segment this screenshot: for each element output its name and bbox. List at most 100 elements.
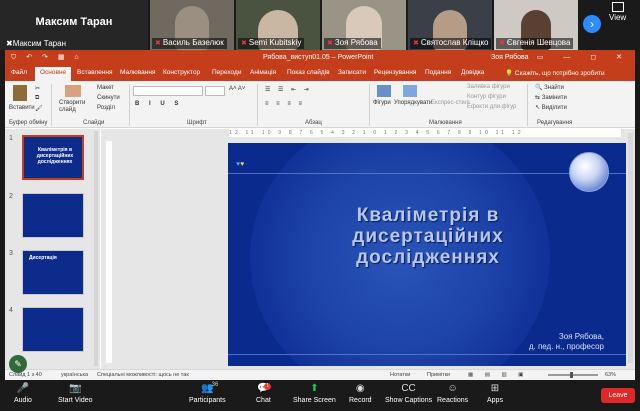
shape-fill-button[interactable]: Заливка фігури [467,84,510,90]
slide-thumbnail-pane: 1 Кваліметрія в дисертаційних дослідженн… [5,129,100,369]
audio-button[interactable]: 🎤 Audio [14,383,32,404]
leave-button[interactable]: Leave [601,388,635,403]
gallery-next-button[interactable]: › [583,15,601,33]
format-painter-icon[interactable]: 🖌 [35,105,43,112]
tab-file[interactable]: Файл [11,69,27,76]
zoom-meeting-window: Максим Таран ✖Максим Таран ✖ Василь Базел… [0,0,640,411]
slide-thumbnail[interactable]: Кваліметрія в дисертаційних дослідженнях [22,135,84,180]
tab-transitions[interactable]: Переходи [212,69,241,76]
find-button[interactable]: 🔍 Знайти [535,84,564,91]
pen-annotation-icon[interactable]: ✎ [9,355,27,373]
tab-draw[interactable]: Малювання [120,69,155,76]
participant-tile[interactable]: ✖ Зоя Рябова [322,0,406,50]
list-buttons[interactable]: ☰ ☰ ⇤ ⇥ [265,86,312,93]
grid-view-icon [611,2,624,12]
replace-button[interactable]: ⇆ Замінити [535,94,567,101]
gallery-strip: Максим Таран ✖Максим Таран ✖ Василь Базел… [0,0,640,50]
microphone-icon: 🎤 [16,383,30,394]
participant-tile[interactable]: ✖ Святослав Кліщко [408,0,492,50]
group-font: Шрифт [187,120,207,126]
align-buttons[interactable]: ≡ ≡ ≡ ≡ [265,101,305,107]
reactions-button[interactable]: ☺ Reactions [437,383,468,404]
copy-icon[interactable]: ⧉ [35,95,39,102]
cut-icon[interactable]: ✂ [35,85,40,92]
powerpoint-window: ⛉ ↶ ↷ ▦ ⌂ Рябова_виступ01.05 – PowerPoin… [5,50,635,380]
record-button[interactable]: ◉ Record [349,383,372,404]
slide-thumbnail[interactable]: Дисертація [22,250,84,295]
group-slides: Слайди [83,120,105,126]
slide-thumbnail[interactable] [22,307,84,352]
view-button[interactable]: View [609,2,626,22]
reactions-icon: ☺ [447,383,458,394]
accessibility-status[interactable]: Спеціальні можливості: щось не так [97,372,189,378]
reset-button[interactable]: Скинути [97,95,120,101]
tab-home[interactable]: Основне [35,67,72,81]
ribbon-tabs: Файл Основне Вставлення Малювання Констр… [5,67,635,81]
tab-slideshow[interactable]: Показ слайдів [287,69,330,76]
active-speaker-tile[interactable]: Максим Таран ✖Максим Таран [0,0,148,50]
record-icon: ◉ [355,383,365,394]
hearts-icon: ♥♥ [236,161,245,168]
meeting-toolbar: 🎤 Audio 📷 Start Video 👥 36 Participants 💬 1 Ch… [0,380,640,411]
shapes-icon [377,85,391,97]
tab-design[interactable]: Конструктор [163,69,200,76]
arrange-button[interactable]: Упорядкувати [394,100,432,106]
tab-insert[interactable]: Вставлення [77,69,113,76]
new-slide-button[interactable]: Створити слайд [59,100,89,114]
window-controls[interactable]: ▭ — ◻ ✕ [537,53,631,61]
shape-effects-button[interactable]: Ефекти для фігур [467,104,516,110]
view-mode-buttons[interactable]: ▦ ▤ ▥ ▣ [468,372,528,378]
notes-button[interactable]: Нотатки [390,372,410,378]
select-button[interactable]: ↖ Виділити [535,104,567,111]
tab-record[interactable]: Записати [338,69,366,76]
tell-me-search[interactable]: 💡 Скажіть, що потрібно зробити [505,69,605,77]
tab-animations[interactable]: Анімація [250,69,276,76]
vertical-ruler [106,141,112,363]
captions-icon: CC [401,383,416,394]
participants-button[interactable]: 👥 36 Participants [189,382,226,404]
zoom-slider[interactable] [548,374,598,376]
tab-help[interactable]: Довідка [461,69,484,76]
quick-styles-button[interactable]: Експрес-стилі [431,100,470,106]
slide-title: Кваліметрія в дисертаційних дослідженнях [352,205,504,268]
user-name[interactable]: Зоя Рябова [491,54,529,61]
participants-icon: 👥 [201,383,214,394]
chat-button[interactable]: 💬 1 Chat [256,383,272,404]
show-captions-button[interactable]: CC Show Captions [385,383,432,404]
document-title: Рябова_виступ01.05 – PowerPoint [263,54,374,61]
canvas-scrollbar[interactable] [628,133,633,363]
group-paragraph: Абзац [305,120,322,126]
layout-button[interactable]: Макет [97,85,114,91]
thumbnail-scrollbar[interactable] [94,131,98,366]
active-speaker-name: Максим Таран [35,16,113,28]
slide-author: Зоя Рябова, д. пед. н., професор [528,332,604,351]
font-size-combo[interactable] [205,86,225,96]
comments-button[interactable]: Примітки [427,372,450,378]
section-button[interactable]: Розділ [97,105,115,111]
slide-thumbnail[interactable] [22,193,84,238]
current-slide[interactable]: ♥♥ Кваліметрія в дисертаційних досліджен… [228,143,626,366]
group-editing: Редагування [537,120,573,126]
zoom-slider-handle[interactable] [570,372,573,378]
paste-button[interactable]: Вставити [9,105,35,111]
globe-logo-icon [569,152,609,192]
language-indicator[interactable]: українська [61,372,88,378]
font-size-buttons[interactable]: A˄ A˅ [229,86,245,92]
shape-outline-button[interactable]: Контур фігури [467,94,506,100]
ribbon: Вставити ✂ ⧉ 🖌 Буфер обміну Створити сла… [5,81,635,128]
participant-tile[interactable]: ✖ Василь Базелюк [150,0,234,50]
zoom-level[interactable]: 63% [605,372,616,378]
participant-tile[interactable]: ✖ Semi Kubitskiy [236,0,320,50]
tab-view[interactable]: Подання [425,69,451,76]
share-screen-button[interactable]: ⬆ Share Screen [293,383,336,404]
tab-review[interactable]: Рецензування [374,69,416,76]
cursor-icon: ↖ [535,105,542,111]
start-video-button[interactable]: 📷 Start Video [58,383,93,404]
group-clipboard: Буфер обміну [9,120,48,126]
quick-access-toolbar[interactable]: ⛉ ↶ ↷ ▦ ⌂ [11,53,83,62]
shapes-button[interactable]: Фігури [373,100,391,106]
font-format-buttons[interactable]: B I U S [135,101,182,107]
apps-button[interactable]: ⊞ Apps [487,383,503,404]
participant-tile[interactable]: ✖ Євгенія Шевцова [494,0,578,50]
font-family-combo[interactable] [133,86,203,96]
